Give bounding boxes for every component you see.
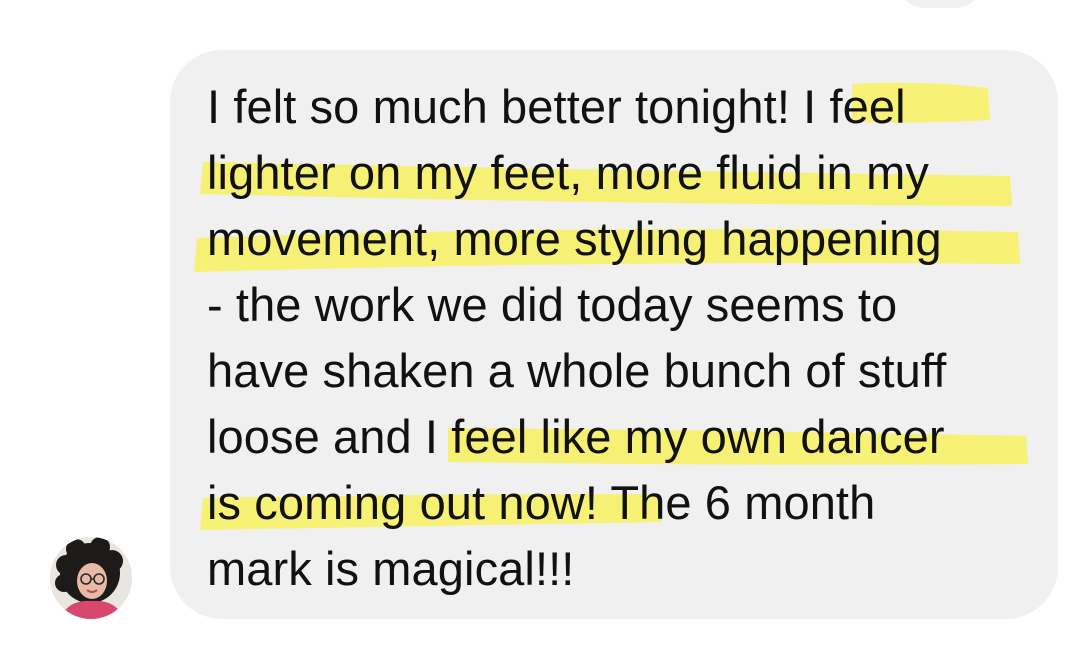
message-line: loose and I feel like my own dancer — [207, 410, 945, 463]
message-line: lighter on my feet, more fluid in my — [207, 140, 1047, 206]
message-line: have shaken a whole bunch of stuff — [207, 344, 947, 397]
user-avatar-photo-icon — [50, 537, 132, 619]
message-line: mark is magical!!! — [207, 542, 575, 595]
highlighted-text: feel like my own dancer — [451, 410, 945, 463]
highlighted-text: movement, more styling happening — [207, 212, 942, 265]
message-line: movement, more styling happening — [207, 206, 1047, 272]
highlighted-text: I feel — [803, 80, 906, 133]
highlighted-text: lighter on my feet, more fluid in my — [207, 146, 929, 199]
message-line: is coming out now! The 6 month — [207, 476, 876, 529]
highlighted-text: is coming out now! — [207, 476, 599, 529]
previous-message-bubble — [900, 0, 980, 8]
message-line: - the work we did today seems to — [207, 278, 898, 331]
sender-avatar[interactable] — [50, 537, 132, 619]
message-text: I felt so much better tonight! I feel li… — [207, 74, 1047, 602]
message-line: I felt so much better tonight! I feel — [207, 80, 906, 133]
